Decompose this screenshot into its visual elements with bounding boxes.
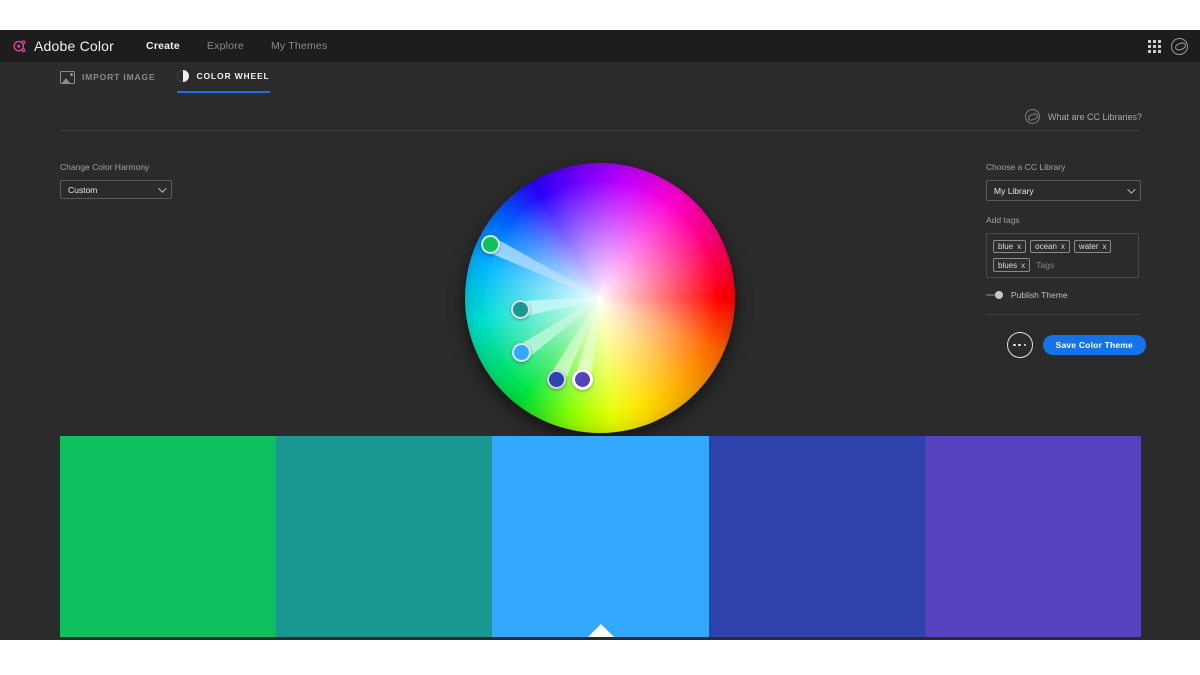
more-options-button[interactable] (1006, 332, 1033, 358)
cc-library-label: Choose a CC Library (986, 162, 1066, 172)
publish-theme-row: Publish Theme (986, 290, 1146, 300)
tab-color-wheel[interactable]: COLOR WHEEL (177, 70, 270, 93)
cc-libraries-help-label: What are CC Libraries? (1047, 111, 1142, 122)
cc-library-select-value: My Library (994, 185, 1034, 196)
panel-divider (986, 314, 1141, 315)
harmony-label: Change Color Harmony (60, 162, 150, 172)
harmony-select-value: Custom (68, 184, 98, 195)
harmony-panel: Change Color Harmony Custom (60, 162, 230, 199)
creative-cloud-icon[interactable] (1171, 37, 1188, 55)
save-color-theme-button[interactable]: Save Color Theme (1042, 335, 1146, 355)
color-swatch[interactable] (276, 436, 493, 637)
ellipsis-dot (1012, 343, 1016, 347)
harmony-select[interactable]: Custom (60, 180, 172, 199)
tag-label: water (1078, 242, 1099, 251)
page-top-margin (0, 0, 1200, 30)
nav-link-my-themes[interactable]: My Themes (271, 40, 327, 52)
brand[interactable]: Adobe Color (12, 38, 114, 54)
tab-import-image-label: IMPORT IMAGE (82, 72, 156, 82)
color-wheel-markers (465, 163, 735, 433)
page-bottom-margin (0, 640, 1200, 675)
ellipsis-dot (1023, 343, 1027, 347)
publish-theme-toggle[interactable] (986, 291, 1003, 299)
publish-theme-label: Publish Theme (1011, 290, 1068, 300)
toggle-knob (995, 291, 1003, 299)
color-marker[interactable] (547, 369, 567, 389)
color-swatch[interactable] (924, 436, 1142, 637)
ellipsis-dot (1018, 343, 1022, 347)
tag-remove-icon[interactable]: x (1061, 242, 1065, 251)
app-grid-icon[interactable] (1148, 39, 1161, 53)
mode-tabs: IMPORT IMAGE COLOR WHEEL (60, 70, 270, 93)
color-marker[interactable] (480, 234, 500, 254)
image-icon (60, 70, 75, 84)
adobe-color-logo-icon (12, 39, 27, 54)
cc-library-select[interactable]: My Library (986, 180, 1141, 201)
tag-remove-icon[interactable]: x (1102, 242, 1106, 251)
tab-color-wheel-label: COLOR WHEEL (196, 71, 270, 81)
tag-chip[interactable]: water x (1073, 240, 1112, 253)
color-swatch[interactable] (492, 436, 709, 637)
creative-cloud-icon (1024, 109, 1040, 124)
panel-actions: Save Color Theme (986, 332, 1146, 358)
top-navigation-bar: Adobe Color Create Explore My Themes (0, 30, 1200, 62)
tags-input-box[interactable]: blue x ocean x water x blues x Tags (986, 233, 1139, 278)
add-tags-label: Add tags (986, 215, 1020, 225)
tag-remove-icon[interactable]: x (1021, 261, 1025, 270)
nav-link-explore[interactable]: Explore (207, 40, 244, 52)
color-swatch[interactable] (60, 436, 277, 637)
color-wheel-icon (177, 70, 190, 82)
tag-chip[interactable]: ocean x (1030, 240, 1070, 253)
nav-links: Create Explore My Themes (146, 40, 327, 52)
color-swatch-strip (60, 436, 1142, 637)
tag-remove-icon[interactable]: x (1017, 242, 1021, 251)
color-marker-selected[interactable] (572, 368, 594, 390)
tag-chip[interactable]: blue x (993, 240, 1027, 253)
chevron-down-icon (158, 183, 167, 193)
adobe-color-app: Adobe Color Create Explore My Themes IMP… (0, 30, 1200, 640)
cc-libraries-help-link[interactable]: What are CC Libraries? (1024, 109, 1142, 124)
tag-label: blue (998, 242, 1014, 251)
color-marker[interactable] (510, 299, 530, 319)
brand-title: Adobe Color (34, 38, 115, 54)
chevron-down-icon (1127, 184, 1136, 194)
nav-right-actions (1148, 37, 1188, 55)
mode-tab-bar: IMPORT IMAGE COLOR WHEEL (0, 62, 1200, 100)
tag-chip[interactable]: blues x (993, 258, 1031, 272)
base-color-indicator-icon (587, 624, 614, 637)
tag-label: blues (998, 260, 1018, 270)
theme-save-panel: Choose a CC Library My Library Add tags … (986, 162, 1146, 358)
color-wheel-widget[interactable] (465, 163, 735, 433)
color-swatch[interactable] (708, 436, 925, 637)
color-marker[interactable] (512, 343, 532, 363)
tag-label: ocean (1035, 242, 1057, 251)
marker-guide-line (487, 237, 604, 305)
nav-link-create[interactable]: Create (146, 40, 180, 52)
tab-import-image[interactable]: IMPORT IMAGE (60, 70, 156, 93)
tags-text-input[interactable]: Tags (1034, 258, 1056, 272)
tab-divider (60, 130, 1140, 131)
